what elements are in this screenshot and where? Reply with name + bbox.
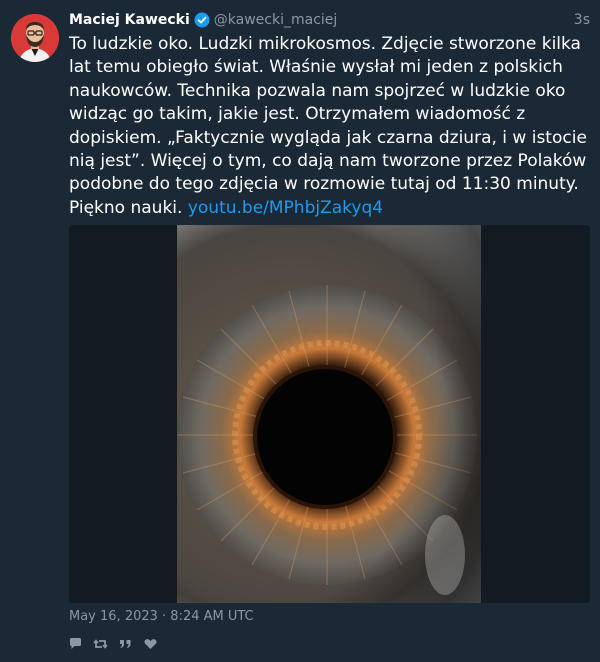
tweet-timestamp[interactable]: May 16, 2023 · 8:24 AM UTC: [69, 609, 254, 624]
quote-icon[interactable]: [118, 637, 133, 651]
tweet-link[interactable]: youtu.be/MPhbjZakyq4: [188, 198, 383, 218]
tweet-body: To ludzkie oko. Ludzki mikrokosmos. Zdję…: [69, 34, 587, 218]
retweet-icon[interactable]: [93, 637, 108, 651]
tweet-card: Maciej Kawecki @kawecki_maciej 3s To lud…: [0, 0, 600, 662]
like-icon[interactable]: [143, 637, 158, 651]
tweet-media[interactable]: [69, 225, 590, 603]
display-name[interactable]: Maciej Kawecki: [69, 12, 190, 28]
eye-photo: [177, 225, 481, 603]
verified-badge-icon: [194, 12, 210, 28]
time-ago[interactable]: 3s: [574, 12, 590, 28]
avatar[interactable]: [11, 14, 59, 62]
tweet-header: Maciej Kawecki @kawecki_maciej 3s: [69, 10, 590, 30]
tweet-actions: [68, 637, 158, 651]
user-handle[interactable]: @kawecki_maciej: [214, 12, 338, 28]
tweet-text: To ludzkie oko. Ludzki mikrokosmos. Zdję…: [69, 33, 593, 220]
reply-icon[interactable]: [68, 637, 83, 651]
avatar-image: [11, 14, 59, 62]
